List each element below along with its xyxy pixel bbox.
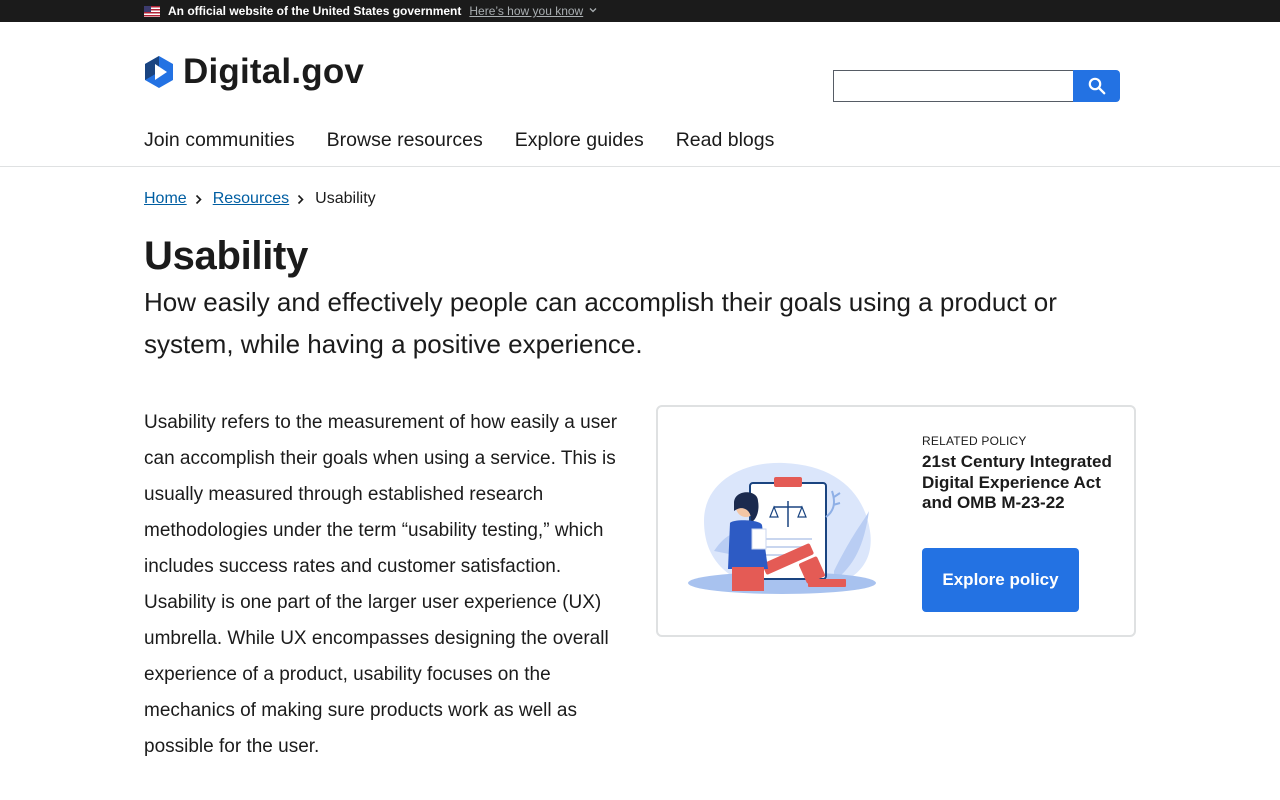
us-flag-icon (144, 5, 160, 17)
search-input[interactable] (833, 70, 1073, 102)
card-title: 21st Century Integrated Digital Experien… (922, 452, 1112, 512)
nav-read-blogs[interactable]: Read blogs (676, 127, 775, 153)
chevron-right-icon (298, 194, 304, 204)
related-policy-card: RELATED POLICY 21st Century Integrated D… (656, 405, 1136, 637)
header-divider (0, 166, 1280, 167)
breadcrumb-resources[interactable]: Resources (213, 189, 289, 209)
play-hexagon-icon (145, 56, 173, 88)
breadcrumb-current: Usability (315, 190, 376, 207)
heres-how-you-know-link[interactable]: Here’s how you know (469, 4, 583, 18)
nav-join-communities[interactable]: Join communities (144, 127, 295, 153)
policy-illustration (688, 462, 876, 594)
official-banner: An official website of the United States… (0, 0, 1280, 22)
nav-browse-resources[interactable]: Browse resources (327, 127, 483, 153)
chevron-down-icon[interactable] (589, 5, 597, 16)
breadcrumb: Home Resources Usability (144, 189, 376, 209)
page-lede: How easily and effectively people can ac… (144, 287, 1057, 359)
breadcrumb-home[interactable]: Home (144, 189, 187, 209)
search-icon (1088, 77, 1105, 95)
site-logo[interactable]: Digital.gov (144, 54, 364, 90)
primary-nav: Join communities Browse resources Explor… (144, 127, 806, 153)
body-paragraph: Usability refers to the measurement of h… (144, 412, 618, 757)
explore-policy-button[interactable]: Explore policy (922, 548, 1079, 612)
page-title: Usability (144, 234, 309, 278)
site-search (833, 70, 1120, 102)
official-banner-text: An official website of the United States… (168, 4, 462, 18)
logo-text: Digital.gov (183, 52, 365, 91)
nav-explore-guides[interactable]: Explore guides (515, 127, 644, 153)
chevron-right-icon (195, 194, 202, 204)
card-kicker: RELATED POLICY (922, 434, 1027, 448)
search-button[interactable] (1073, 70, 1120, 102)
